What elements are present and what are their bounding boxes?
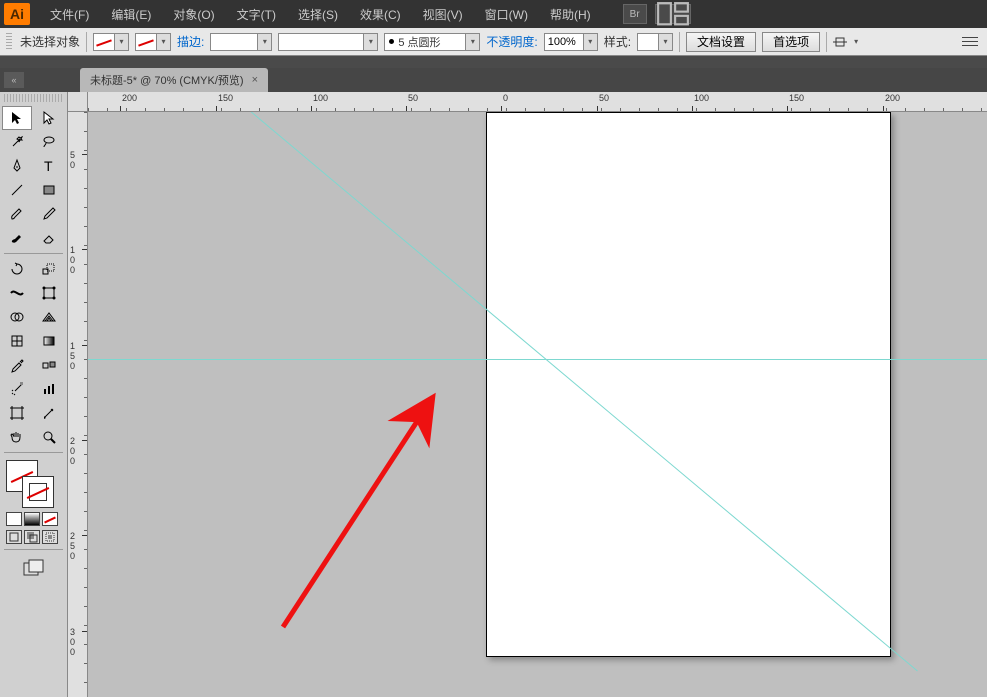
perspective-grid-tool[interactable]: [34, 305, 64, 329]
controlbar-menu-icon[interactable]: [959, 33, 981, 51]
preferences-button[interactable]: 首选项: [762, 32, 820, 52]
controlbar-grip[interactable]: [6, 33, 12, 51]
symbol-sprayer-tool[interactable]: [2, 377, 32, 401]
menu-window[interactable]: 窗口(W): [475, 2, 538, 27]
type-tool[interactable]: T: [34, 154, 64, 178]
shape-builder-tool[interactable]: [2, 305, 32, 329]
vertical-ruler[interactable]: 50100150200250300: [68, 112, 88, 697]
magic-wand-tool[interactable]: [2, 130, 32, 154]
canvas-area[interactable]: 20015010050050100150200 5010015020025030…: [68, 92, 987, 697]
slice-tool[interactable]: [34, 401, 64, 425]
opacity-label[interactable]: 不透明度:: [486, 33, 537, 50]
menu-object[interactable]: 对象(O): [163, 2, 224, 27]
variable-width-profile[interactable]: [278, 33, 364, 51]
control-bar: 未选择对象 描边: 5 点圆形 不透明度: 样式: 文档设置 首选项: [0, 28, 987, 56]
mesh-tool[interactable]: [2, 329, 32, 353]
blob-brush-tool[interactable]: [2, 226, 32, 250]
zoom-tool[interactable]: [34, 425, 64, 449]
menu-help[interactable]: 帮助(H): [540, 2, 601, 27]
bridge-button[interactable]: Br: [623, 4, 647, 24]
scale-tool[interactable]: [34, 257, 64, 281]
gradient-tool[interactable]: [34, 329, 64, 353]
none-mode-button[interactable]: [42, 512, 58, 526]
line-tool[interactable]: [2, 178, 32, 202]
hand-tool[interactable]: [2, 425, 32, 449]
menu-effect[interactable]: 效果(C): [350, 2, 411, 27]
stroke-swatch-dropdown[interactable]: [157, 33, 171, 51]
paintbrush-tool[interactable]: [2, 202, 32, 226]
stroke-weight-dropdown[interactable]: [258, 33, 272, 51]
stroke-indicator[interactable]: [22, 476, 54, 508]
color-mode-button[interactable]: [6, 512, 22, 526]
screen-mode-button[interactable]: [0, 553, 67, 583]
pencil-tool[interactable]: [34, 202, 64, 226]
fill-swatch[interactable]: [93, 33, 115, 51]
tools-panel: T: [0, 92, 68, 697]
selection-status: 未选择对象: [20, 33, 80, 50]
guide-horizontal[interactable]: [88, 359, 987, 360]
opacity-input[interactable]: [544, 33, 584, 51]
menu-edit[interactable]: 编辑(E): [101, 2, 161, 27]
stroke-weight-input[interactable]: [210, 33, 258, 51]
width-tool[interactable]: [2, 281, 32, 305]
brush-definition[interactable]: 5 点圆形: [384, 33, 466, 51]
artboard-tool[interactable]: [2, 401, 32, 425]
menu-bar: Ai 文件(F) 编辑(E) 对象(O) 文字(T) 选择(S) 效果(C) 视…: [0, 0, 987, 28]
align-dropdown[interactable]: [849, 33, 863, 51]
collapse-tools-button[interactable]: [4, 72, 24, 88]
draw-behind-mode[interactable]: [24, 530, 40, 544]
variable-width-dropdown[interactable]: [364, 33, 378, 51]
menu-select[interactable]: 选择(S): [288, 2, 348, 27]
eyedropper-tool[interactable]: [2, 353, 32, 377]
rotate-tool[interactable]: [2, 257, 32, 281]
fill-swatch-dropdown[interactable]: [115, 33, 129, 51]
svg-text:T: T: [44, 158, 53, 174]
column-graph-tool[interactable]: [34, 377, 64, 401]
menu-type[interactable]: 文字(T): [227, 2, 286, 27]
annotation-arrow: [263, 382, 463, 647]
align-icon[interactable]: [833, 35, 847, 49]
menu-file[interactable]: 文件(F): [40, 2, 99, 27]
panel-dock-strip: [0, 56, 987, 68]
normal-draw-mode[interactable]: [6, 530, 22, 544]
document-tab-bar: 未标题-5* @ 70% (CMYK/预览) ×: [0, 68, 987, 92]
graphic-style-dropdown[interactable]: [659, 33, 673, 51]
opacity-dropdown[interactable]: [584, 33, 598, 51]
close-tab-icon[interactable]: ×: [252, 74, 258, 86]
direct-selection-tool[interactable]: [34, 106, 64, 130]
draw-inside-mode[interactable]: [42, 530, 58, 544]
blend-tool[interactable]: [34, 353, 64, 377]
stroke-label[interactable]: 描边:: [177, 33, 204, 50]
stroke-swatch[interactable]: [135, 33, 157, 51]
artboard: [486, 112, 891, 657]
menu-view[interactable]: 视图(V): [413, 2, 473, 27]
app-logo: Ai: [4, 3, 30, 25]
lasso-tool[interactable]: [34, 130, 64, 154]
arrange-docs-button[interactable]: [655, 4, 691, 24]
ruler-origin[interactable]: [68, 92, 88, 112]
style-label: 样式:: [604, 33, 631, 50]
document-tab-title: 未标题-5* @ 70% (CMYK/预览): [90, 72, 244, 88]
brush-dropdown[interactable]: [466, 33, 480, 51]
document-setup-button[interactable]: 文档设置: [686, 32, 756, 52]
document-tab[interactable]: 未标题-5* @ 70% (CMYK/预览) ×: [80, 68, 268, 92]
horizontal-ruler[interactable]: 20015010050050100150200: [88, 92, 987, 112]
selection-tool[interactable]: [2, 106, 32, 130]
graphic-style-swatch[interactable]: [637, 33, 659, 51]
free-transform-tool[interactable]: [34, 281, 64, 305]
rectangle-tool[interactable]: [34, 178, 64, 202]
tools-grip[interactable]: [4, 94, 63, 102]
fill-stroke-control[interactable]: [0, 456, 67, 510]
eraser-tool[interactable]: [34, 226, 64, 250]
pen-tool[interactable]: [2, 154, 32, 178]
gradient-mode-button[interactable]: [24, 512, 40, 526]
